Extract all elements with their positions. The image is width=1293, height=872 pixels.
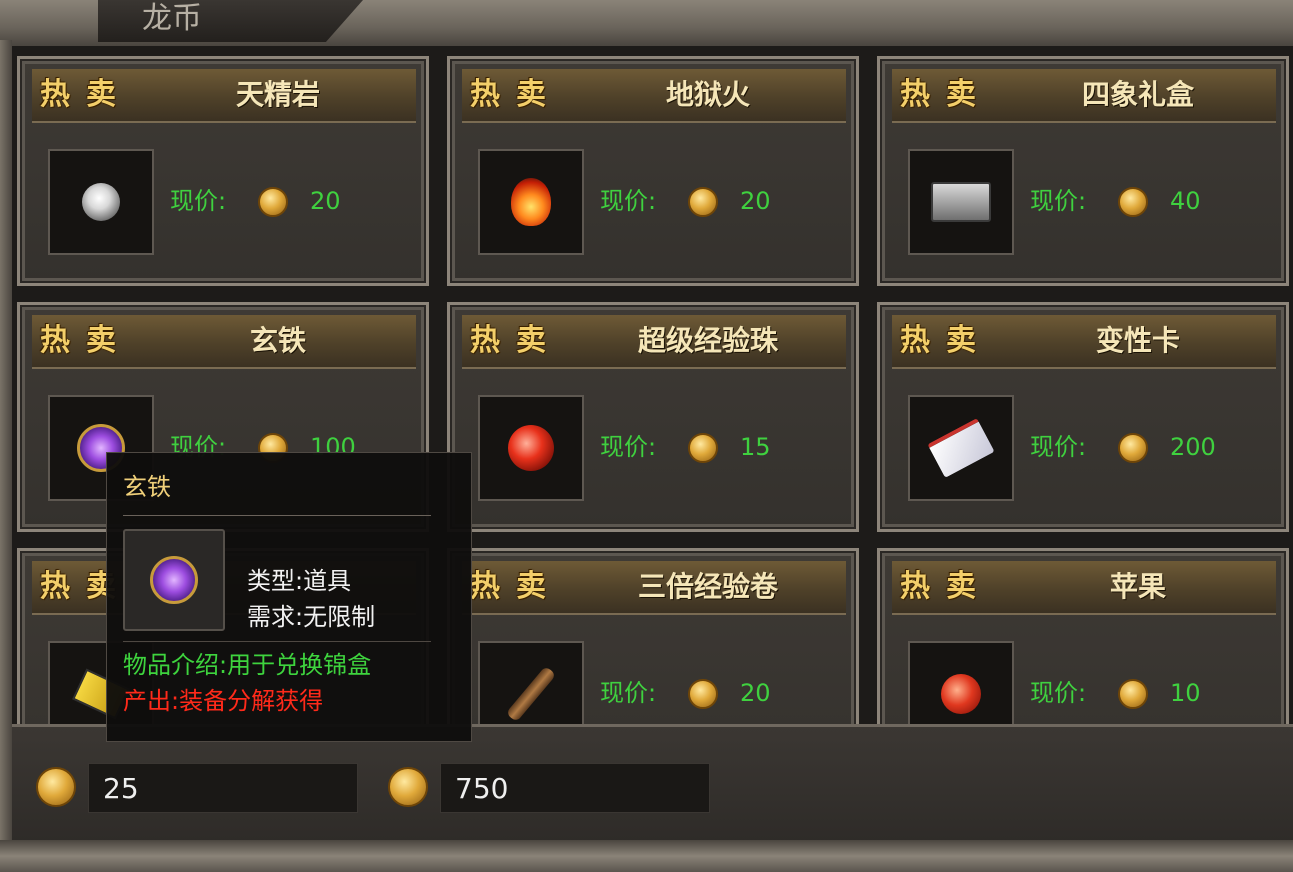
item-name: 苹果	[1109, 570, 1166, 603]
fire-icon	[511, 178, 551, 226]
card-header: 热卖 天精岩	[32, 69, 416, 123]
price-value: 20	[310, 187, 341, 215]
shop-item-card[interactable]: 热卖 苹果 现价: 10	[877, 548, 1289, 724]
card-header: 热卖 四象礼盒	[892, 69, 1276, 123]
item-name: 天精岩	[235, 78, 320, 111]
price-label: 现价:	[600, 433, 657, 461]
coin-icon	[258, 187, 288, 217]
shop-item-card[interactable]: 热卖 超级经验珠 现价: 15	[447, 302, 859, 532]
window-title: 龙币	[142, 1, 202, 36]
shop-item-card[interactable]: 热卖 四象礼盒 现价: 40	[877, 56, 1289, 286]
hot-sale-label: 热卖	[900, 323, 992, 358]
hot-sale-label: 热卖	[40, 77, 132, 112]
purple-gem-icon	[150, 556, 198, 604]
price-value: 15	[740, 433, 771, 461]
card-header: 热卖 超级经验珠	[462, 315, 846, 369]
currency-balance-2: 750	[440, 763, 710, 813]
hot-sale-label: 热卖	[900, 77, 992, 112]
coin-icon	[36, 767, 76, 807]
hot-sale-label: 热卖	[470, 569, 562, 604]
tooltip-source: 产出:装备分解获得	[123, 687, 324, 715]
shop-item-card[interactable]: 热卖 天精岩 现价: 20	[17, 56, 429, 286]
tooltip-divider	[123, 515, 431, 516]
card-icon	[927, 418, 995, 478]
card-header: 热卖 三倍经验卷	[462, 561, 846, 615]
item-icon-slot[interactable]	[908, 641, 1014, 724]
white-orb-icon	[82, 183, 120, 221]
item-icon-slot[interactable]	[478, 641, 584, 724]
item-name: 四象礼盒	[1081, 78, 1194, 111]
coin-icon	[688, 187, 718, 217]
price-label: 现价:	[1030, 433, 1087, 461]
title-tab[interactable]	[98, 0, 363, 42]
scroll-icon	[505, 665, 557, 723]
tooltip-item-icon-slot	[123, 529, 225, 631]
gift-box-icon	[931, 182, 991, 222]
price-value: 10	[1170, 679, 1201, 707]
hot-sale-label: 热卖	[470, 77, 562, 112]
coin-icon	[688, 433, 718, 463]
window-frame-bottom	[0, 840, 1293, 872]
tooltip-description: 物品介绍:用于兑换锦盒	[123, 651, 372, 679]
card-header: 热卖 变性卡	[892, 315, 1276, 369]
item-name: 地狱火	[665, 78, 750, 111]
price-label: 现价:	[1030, 187, 1087, 215]
item-name: 三倍经验卷	[637, 570, 778, 603]
item-icon-slot[interactable]	[478, 395, 584, 501]
item-tooltip: 玄铁 类型:道具 需求:无限制 物品介绍:用于兑换锦盒 产出:装备分解获得	[106, 452, 472, 742]
window-frame-left	[0, 40, 12, 840]
price-value: 200	[1170, 433, 1216, 461]
price-label: 现价:	[170, 187, 227, 215]
item-icon-slot[interactable]	[48, 149, 154, 255]
card-header: 热卖 玄铁	[32, 315, 416, 369]
price-value: 20	[740, 679, 771, 707]
price-value: 40	[1170, 187, 1201, 215]
price-label: 现价:	[600, 679, 657, 707]
tooltip-requirement: 需求:无限制	[247, 603, 376, 631]
coin-icon	[1118, 187, 1148, 217]
item-name: 玄铁	[249, 324, 306, 357]
coin-icon	[1118, 679, 1148, 709]
item-icon-slot[interactable]	[908, 149, 1014, 255]
item-name: 变性卡	[1095, 324, 1180, 357]
shop-item-card[interactable]: 热卖 三倍经验卷 现价: 20	[447, 548, 859, 724]
coin-icon	[388, 767, 428, 807]
item-name: 超级经验珠	[637, 324, 778, 357]
card-header: 热卖 苹果	[892, 561, 1276, 615]
tooltip-title: 玄铁	[123, 473, 171, 501]
shop-item-card[interactable]: 热卖 地狱火 现价: 20	[447, 56, 859, 286]
apple-icon	[941, 674, 981, 714]
tooltip-type: 类型:道具	[247, 567, 352, 595]
shop-item-card[interactable]: 热卖 变性卡 现价: 200	[877, 302, 1289, 532]
hot-sale-label: 热卖	[40, 323, 132, 358]
hot-sale-label: 热卖	[900, 569, 992, 604]
price-value: 20	[740, 187, 771, 215]
currency-balance-1: 25	[88, 763, 358, 813]
price-label: 现价:	[1030, 679, 1087, 707]
red-orb-icon	[508, 425, 554, 471]
coin-icon	[688, 679, 718, 709]
card-header: 热卖 地狱火	[462, 69, 846, 123]
item-icon-slot[interactable]	[908, 395, 1014, 501]
hot-sale-label: 热卖	[470, 323, 562, 358]
tooltip-divider	[123, 641, 431, 642]
coin-icon	[1118, 433, 1148, 463]
item-icon-slot[interactable]	[478, 149, 584, 255]
price-label: 现价:	[600, 187, 657, 215]
